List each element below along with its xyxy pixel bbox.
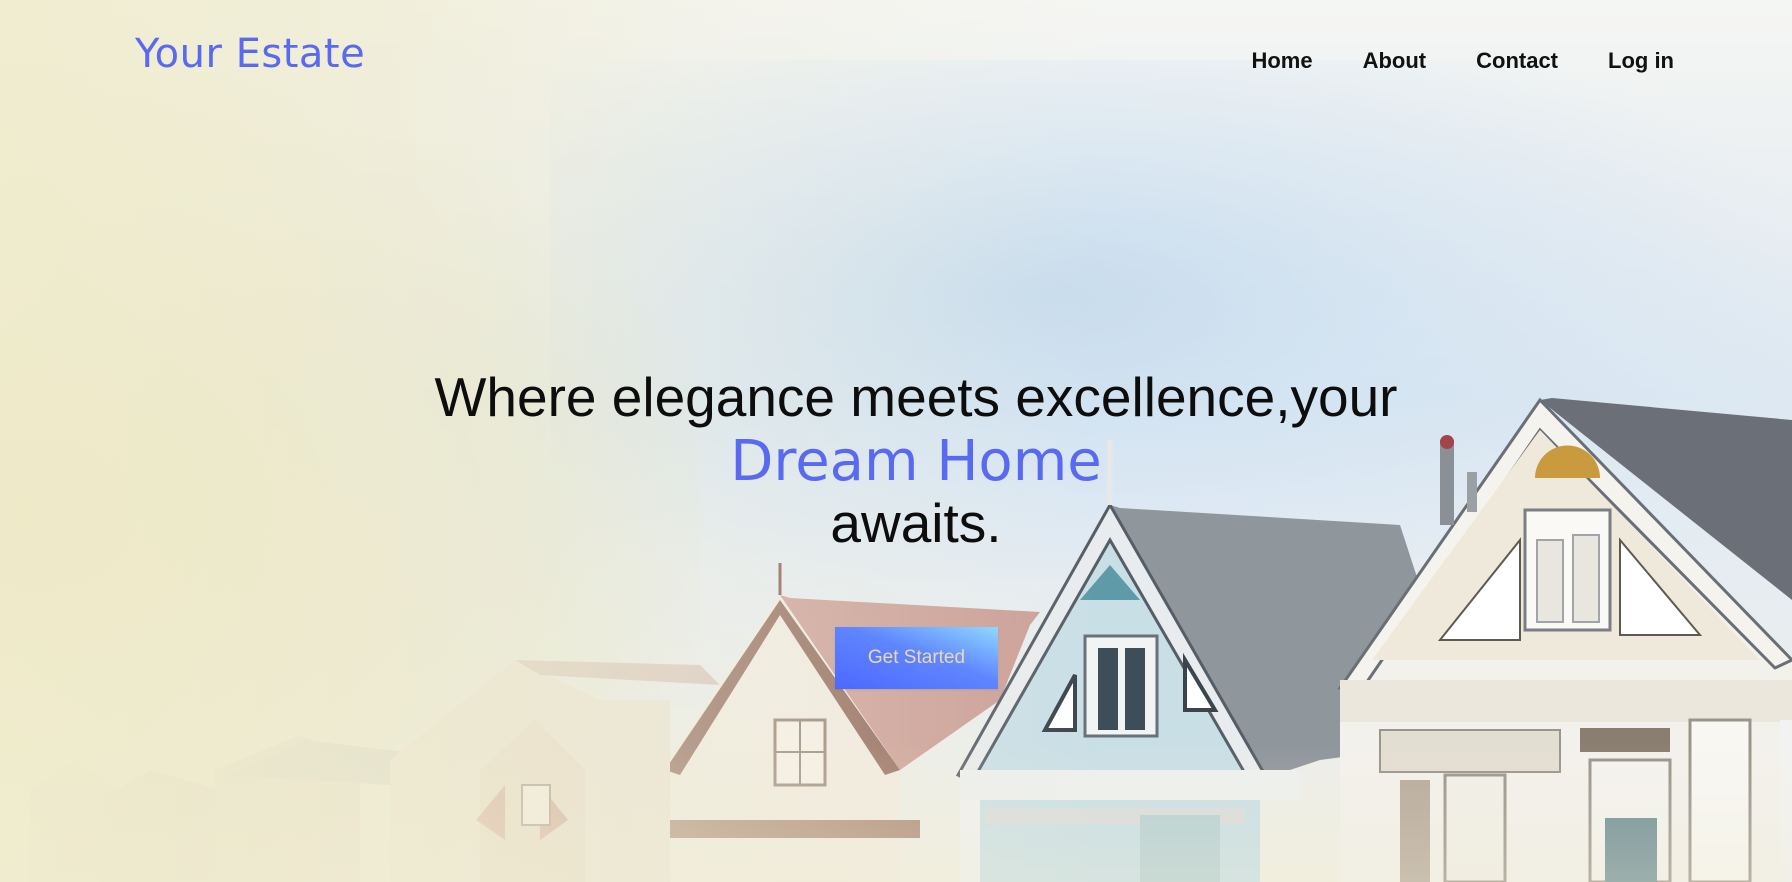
nav-link-contact[interactable]: Contact bbox=[1476, 46, 1558, 76]
hero-line-3: awaits. bbox=[830, 492, 1002, 554]
hero-highlight-text: Dream Home bbox=[730, 429, 1102, 494]
nav-link-login[interactable]: Log in bbox=[1608, 46, 1674, 76]
get-started-button[interactable]: Get Started bbox=[835, 627, 998, 689]
main-nav: Home About Contact Log in bbox=[1251, 46, 1674, 76]
hero-line-1: Where elegance meets excellence,your bbox=[434, 366, 1398, 428]
nav-link-about[interactable]: About bbox=[1363, 46, 1427, 76]
landing-page: Your Estate Home About Contact Log in Wh… bbox=[0, 0, 1792, 882]
brand-logo[interactable]: Your Estate bbox=[135, 30, 365, 78]
hero-headline: Where elegance meets excellence,your Dre… bbox=[0, 362, 1792, 554]
nav-link-home[interactable]: Home bbox=[1251, 46, 1312, 76]
